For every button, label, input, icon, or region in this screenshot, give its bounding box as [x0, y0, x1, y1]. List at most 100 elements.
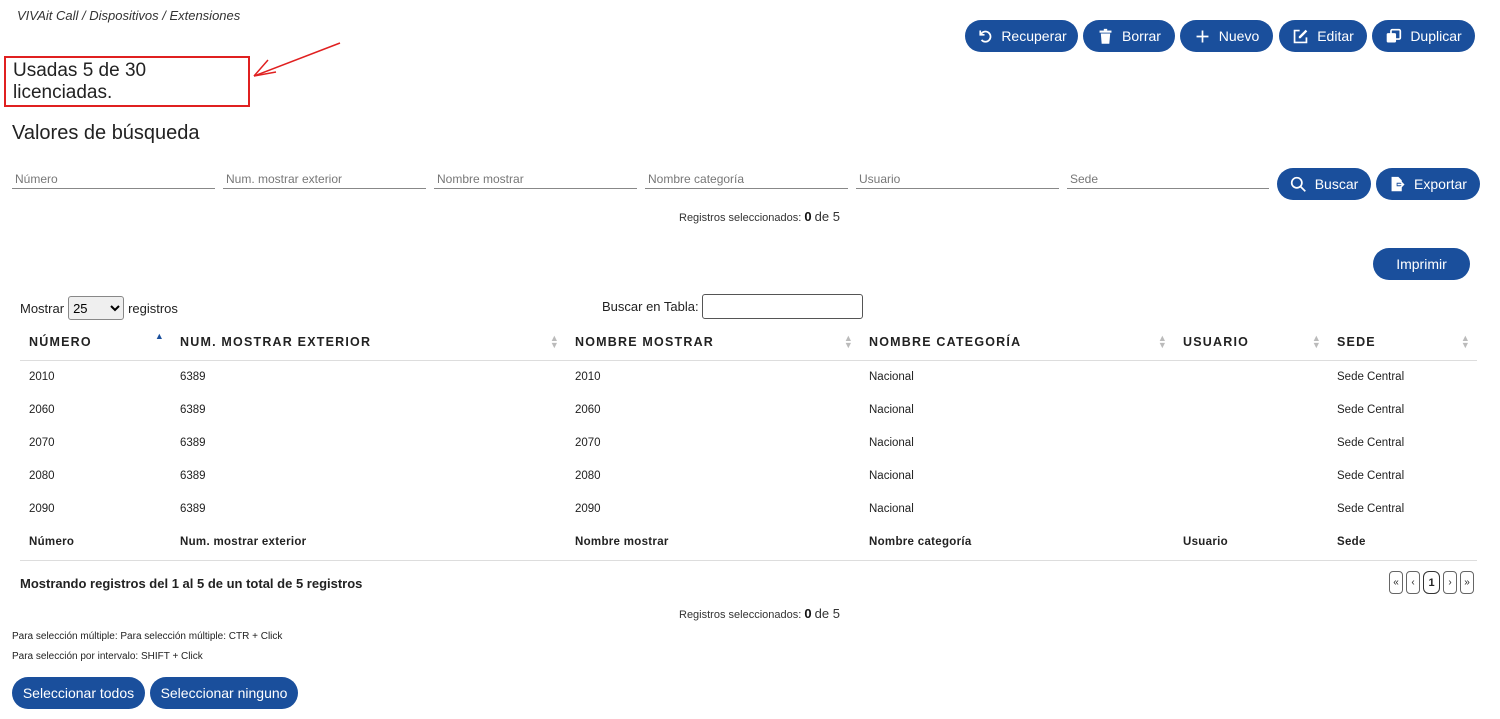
cell-numero: 2080: [29, 469, 55, 482]
help-interval-select: Para selección por intervalo: SHIFT + Cl…: [12, 651, 203, 662]
header-label: NOMBRE CATEGORÍA: [869, 334, 1022, 349]
sort-icon: ▲ ▼: [1460, 333, 1471, 350]
table-search: Buscar en Tabla:: [602, 294, 863, 319]
cell-usuario: [1174, 393, 1328, 426]
imprimir-button[interactable]: Imprimir: [1373, 248, 1470, 280]
buscar-button[interactable]: Buscar: [1277, 168, 1371, 200]
column-header-nombre-categoria[interactable]: NOMBRE CATEGORÍA ▲ ▼: [860, 324, 1174, 361]
buscar-label: Buscar: [1314, 176, 1359, 192]
export-file-icon: [1391, 176, 1405, 191]
pagination-current-page[interactable]: 1: [1423, 571, 1440, 594]
selected-total: de 5: [814, 606, 840, 621]
cell-usuario: [1174, 360, 1328, 393]
table-row[interactable]: 2070 6389 2070 Nacional Sede Central: [20, 426, 1477, 459]
cell-sede: Sede Central: [1337, 370, 1405, 383]
sort-asc-icon: ▲: [154, 331, 165, 341]
select-all-button[interactable]: Seleccionar todos: [12, 677, 145, 709]
copy-icon: [1387, 28, 1402, 42]
column-header-usuario[interactable]: USUARIO ▲ ▼: [1174, 324, 1328, 361]
edit-icon: [1293, 29, 1308, 43]
sede-filter-input[interactable]: [1067, 170, 1269, 189]
footer-sede: Sede: [1328, 525, 1477, 561]
table-row[interactable]: 2080 6389 2080 Nacional Sede Central: [20, 459, 1477, 492]
trash-icon: [1099, 28, 1112, 44]
cell-numero: 2010: [29, 370, 55, 383]
cell-sede: Sede Central: [1337, 436, 1405, 449]
nuevo-label: Nuevo: [1218, 28, 1260, 44]
borrar-button[interactable]: Borrar: [1083, 20, 1175, 52]
editar-label: Editar: [1317, 28, 1354, 44]
cell-usuario: [1174, 492, 1328, 525]
recuperar-button[interactable]: Recuperar: [965, 20, 1078, 52]
nombre-categoria-filter-input[interactable]: [645, 170, 848, 189]
exportar-label: Exportar: [1414, 176, 1467, 192]
cell-nombre-mostrar: 2060: [575, 403, 601, 416]
nombre-mostrar-filter-input[interactable]: [434, 170, 637, 189]
footer-numero: Número: [20, 525, 171, 561]
table-footer-row: Número Num. mostrar exterior Nombre most…: [20, 525, 1477, 561]
column-header-num-exterior[interactable]: NUM. MOSTRAR EXTERIOR ▲ ▼: [171, 324, 566, 361]
duplicar-label: Duplicar: [1410, 28, 1462, 44]
exportar-button[interactable]: Exportar: [1376, 168, 1480, 200]
imprimir-label: Imprimir: [1396, 256, 1447, 272]
cell-num-exterior: 6389: [180, 370, 206, 383]
cell-usuario: [1174, 426, 1328, 459]
column-header-numero[interactable]: NÚMERO ▲: [20, 324, 171, 361]
sort-icon: ▲ ▼: [1157, 333, 1168, 350]
table-header-row: NÚMERO ▲ NUM. MOSTRAR EXTERIOR ▲ ▼ NOMBRE M…: [20, 324, 1477, 361]
usuario-filter-input[interactable]: [856, 170, 1059, 189]
pagination-next[interactable]: ›: [1443, 571, 1457, 594]
show-suffix: registros: [128, 300, 178, 316]
table-row[interactable]: 2010 6389 2010 Nacional Sede Central: [20, 360, 1477, 393]
selected-count-value: 0: [804, 606, 812, 621]
breadcrumb: VIVAit Call / Dispositivos / Extensiones: [17, 8, 241, 23]
cell-nombre-mostrar: 2080: [575, 469, 601, 482]
sort-icon: ▲ ▼: [843, 333, 854, 350]
select-none-button[interactable]: Seleccionar ninguno: [150, 677, 298, 709]
cell-numero: 2060: [29, 403, 55, 416]
cell-nombre-categoria: Nacional: [869, 370, 914, 383]
duplicar-button[interactable]: Duplicar: [1372, 20, 1475, 52]
selected-total: de 5: [814, 209, 840, 224]
nuevo-button[interactable]: Nuevo: [1180, 20, 1273, 52]
extensions-table: NÚMERO ▲ NUM. MOSTRAR EXTERIOR ▲ ▼ NOMBRE M…: [20, 324, 1477, 561]
search-icon: [1290, 176, 1306, 192]
header-label: SEDE: [1337, 334, 1376, 349]
page-length-control: Mostrar 25 registros: [20, 296, 178, 320]
column-header-sede[interactable]: SEDE ▲ ▼: [1328, 324, 1477, 361]
annotation-arrow-icon: [253, 42, 341, 77]
selected-count-top: Registros seleccionados: 0 de 5: [679, 209, 840, 224]
table-search-label: Buscar en Tabla:: [602, 299, 699, 314]
footer-nombre-categoria: Nombre categoría: [860, 525, 1174, 561]
pagination-last[interactable]: »: [1460, 571, 1474, 594]
footer-nombre-mostrar: Nombre mostrar: [566, 525, 860, 561]
header-label: NÚMERO: [29, 334, 92, 349]
selected-label: Registros seleccionados:: [679, 609, 802, 621]
cell-num-exterior: 6389: [180, 436, 206, 449]
num-exterior-filter-input[interactable]: [223, 170, 426, 189]
cell-nombre-mostrar: 2010: [575, 370, 601, 383]
page-length-select[interactable]: 25: [68, 296, 125, 320]
cell-nombre-categoria: Nacional: [869, 469, 914, 482]
header-label: NUM. MOSTRAR EXTERIOR: [180, 334, 372, 349]
cell-numero: 2090: [29, 502, 55, 515]
license-usage-text: Usadas 5 de 30 licenciadas.: [13, 59, 147, 103]
search-section-title: Valores de búsqueda: [12, 122, 200, 144]
column-header-nombre-mostrar[interactable]: NOMBRE MOSTRAR ▲ ▼: [566, 324, 860, 361]
table-search-input[interactable]: [701, 294, 863, 319]
pagination: « ‹ 1 › »: [1389, 571, 1474, 594]
cell-numero: 2070: [29, 436, 55, 449]
cell-num-exterior: 6389: [180, 502, 206, 515]
editar-button[interactable]: Editar: [1279, 20, 1367, 52]
cell-num-exterior: 6389: [180, 469, 206, 482]
table-row[interactable]: 2090 6389 2090 Nacional Sede Central: [20, 492, 1477, 525]
pagination-prev[interactable]: ‹: [1406, 571, 1420, 594]
sort-icon: ▲ ▼: [1311, 333, 1322, 350]
numero-filter-input[interactable]: [12, 170, 215, 189]
cell-usuario: [1174, 459, 1328, 492]
pagination-first[interactable]: «: [1389, 571, 1403, 594]
select-all-label: Seleccionar todos: [22, 685, 135, 701]
selected-label: Registros seleccionados:: [679, 212, 802, 224]
table-row[interactable]: 2060 6389 2060 Nacional Sede Central: [20, 393, 1477, 426]
header-label: USUARIO: [1183, 334, 1250, 349]
